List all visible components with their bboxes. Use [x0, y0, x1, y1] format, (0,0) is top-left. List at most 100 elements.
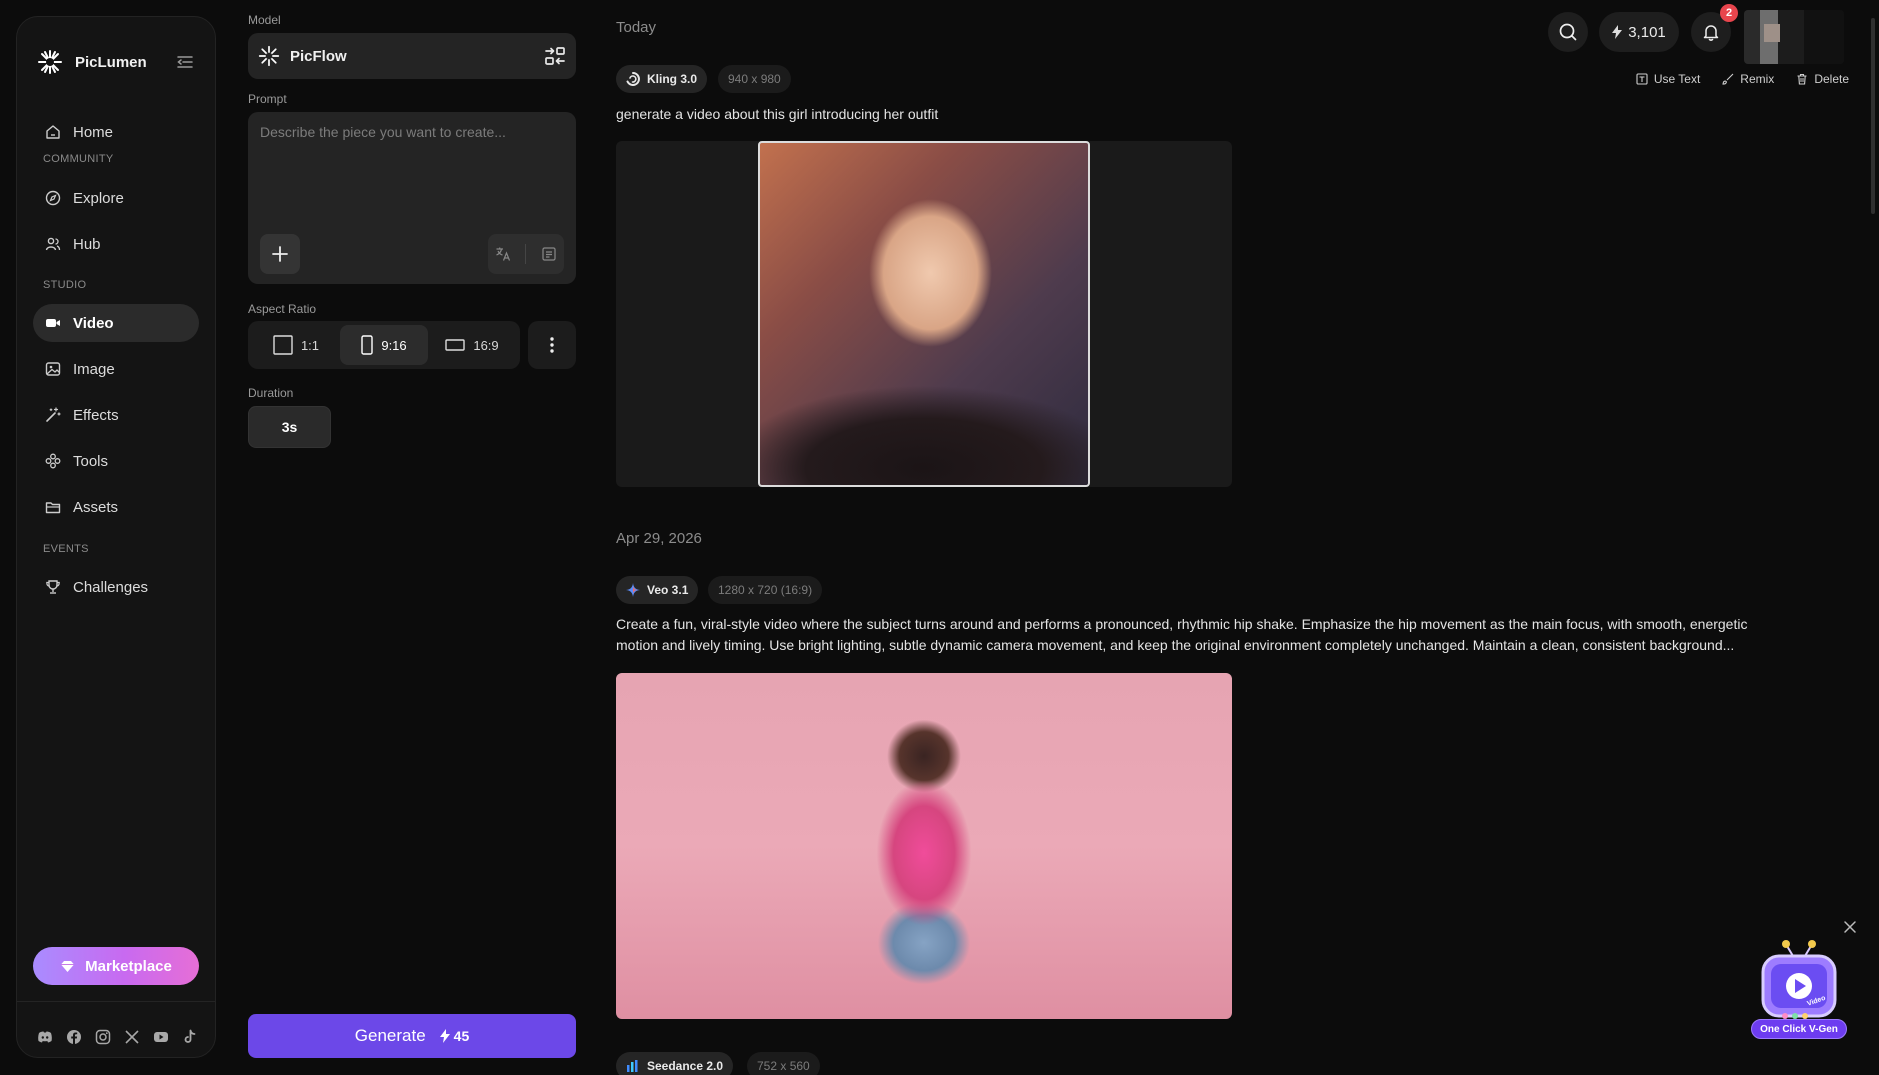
prompt-input[interactable]: [260, 124, 560, 224]
tools-separator: [525, 244, 527, 264]
nav-effects[interactable]: Effects: [33, 396, 199, 434]
generation-prompt-2-line-2: motion and lively timing. Use bright lig…: [616, 637, 1735, 653]
lightning-icon: [439, 1029, 450, 1043]
more-aspect-options-button[interactable]: [528, 321, 576, 369]
piclumen-logo-icon: [38, 50, 62, 74]
brand[interactable]: PicLumen: [37, 49, 147, 75]
nav-tools-label: Tools: [73, 452, 109, 470]
generation-media-2[interactable]: [616, 673, 1232, 1019]
nav-video[interactable]: Video: [33, 304, 199, 342]
youtube-icon[interactable]: [153, 1029, 169, 1045]
tiktok-icon[interactable]: [182, 1029, 198, 1045]
search-icon: [1559, 23, 1577, 41]
size-chip-2: 1280 x 720 (16:9): [708, 576, 823, 604]
translate-icon[interactable]: [495, 246, 511, 262]
nav-tools[interactable]: Tools: [33, 442, 199, 480]
nav-image[interactable]: Image: [33, 350, 199, 388]
studio-section-label: STUDIO: [43, 279, 87, 291]
nav-home[interactable]: Home: [33, 113, 199, 151]
x-twitter-icon[interactable]: [124, 1029, 140, 1045]
model-name: PicFlow: [290, 47, 347, 65]
search-button[interactable]: [1548, 12, 1588, 52]
portrait-photo-girl[interactable]: [758, 141, 1090, 487]
aspect-ratio-group: 1:1 9:16 16:9: [248, 321, 520, 369]
generation-prompt-1[interactable]: generate a video about this girl introdu…: [616, 104, 938, 125]
switch-model-icon[interactable]: [544, 46, 566, 66]
nav-home-label: Home: [73, 123, 114, 141]
one-click-vgen-button[interactable]: One Click V-Gen: [1751, 1019, 1847, 1039]
compass-icon: [45, 190, 61, 206]
aspect-ratio-label: Aspect Ratio: [248, 302, 317, 316]
nav-hub[interactable]: Hub: [33, 225, 199, 263]
duration-3s-button[interactable]: 3s: [248, 406, 331, 448]
landscape-ratio-icon: [445, 339, 466, 351]
nav-challenges-label: Challenges: [73, 578, 149, 596]
sidebar: PicLumen Home COMMUNITY Explore Hub STUD…: [16, 16, 216, 1058]
nav-effects-label: Effects: [73, 406, 119, 424]
date-heading-today: Today: [616, 19, 657, 36]
nav-image-label: Image: [73, 360, 115, 378]
model-chip-veo[interactable]: Veo 3.1: [616, 576, 699, 604]
nav-explore-label: Explore: [73, 189, 124, 207]
plus-icon: [272, 246, 288, 262]
aspect-1-1-button[interactable]: 1:1: [252, 325, 340, 365]
size-chip-1: 940 x 980: [718, 65, 791, 93]
portrait-ratio-icon: [361, 335, 374, 355]
remix-button[interactable]: Remix: [1722, 72, 1774, 86]
folder-icon: [45, 502, 61, 514]
generate-cost-value: 45: [453, 1028, 470, 1044]
nav-video-label: Video: [73, 314, 114, 332]
model-chip-kling[interactable]: Kling 3.0: [616, 65, 708, 93]
discord-icon[interactable]: [37, 1029, 53, 1045]
use-text-label: Use Text: [1653, 72, 1701, 86]
generation-actions: Use Text Remix Delete: [1636, 72, 1849, 86]
user-avatar[interactable]: [1744, 10, 1844, 64]
image-icon: [45, 362, 61, 376]
delete-button[interactable]: Delete: [1796, 72, 1849, 86]
marketplace-label: Marketplace: [85, 957, 172, 975]
model-chip-kling-label: Kling 3.0: [647, 72, 698, 86]
generate-button[interactable]: Generate 45: [248, 1014, 576, 1058]
nav-assets[interactable]: Assets: [33, 488, 199, 526]
generation-media-1[interactable]: [616, 141, 1232, 487]
aspect-9-16-button[interactable]: 9:16: [340, 325, 428, 365]
add-reference-button[interactable]: [260, 234, 300, 274]
prompt-template-icon[interactable]: [541, 246, 557, 262]
credits-balance[interactable]: 3,101: [1599, 12, 1679, 52]
generation-prompt-2[interactable]: Create a fun, viral-style video where th…: [616, 614, 1747, 656]
close-promo-icon[interactable]: [1843, 920, 1857, 934]
duration-label: Duration: [248, 386, 294, 400]
delete-label: Delete: [1814, 72, 1849, 86]
text-icon: [1636, 73, 1648, 85]
model-selector[interactable]: PicFlow: [248, 33, 576, 79]
bell-icon: [1703, 25, 1719, 41]
aspect-16-9-button[interactable]: 16:9: [428, 325, 516, 365]
model-chip-seedance-label: Seedance 2.0: [647, 1059, 724, 1073]
pink-backdrop-photo[interactable]: [616, 673, 1232, 1019]
sidebar-divider: [17, 1001, 215, 1002]
model-chip-seedance[interactable]: Seedance 2.0: [616, 1052, 734, 1075]
feed-scrollbar[interactable]: [1871, 18, 1875, 214]
aspect-1-1-label: 1:1: [300, 337, 320, 353]
generate-label: Generate: [354, 1026, 426, 1045]
remix-label: Remix: [1740, 72, 1775, 86]
collapse-sidebar-icon[interactable]: [177, 55, 193, 69]
magic-wand-icon: [46, 407, 61, 422]
instagram-icon[interactable]: [95, 1029, 111, 1045]
diamond-icon: [61, 960, 75, 972]
social-links: [37, 1029, 198, 1045]
model-chip-veo-label: Veo 3.1: [647, 583, 689, 597]
nav-challenges[interactable]: Challenges: [33, 568, 199, 606]
tools-icon: [45, 453, 61, 469]
trash-icon: [1797, 73, 1807, 85]
prompt-label: Prompt: [248, 92, 287, 106]
use-text-button[interactable]: Use Text: [1636, 72, 1700, 86]
facebook-icon[interactable]: [66, 1029, 82, 1045]
marketplace-button[interactable]: Marketplace: [33, 947, 199, 985]
seedance-bars-icon: [627, 1060, 638, 1072]
date-heading-apr-29: Apr 29, 2026: [616, 530, 702, 547]
trophy-icon: [46, 580, 60, 594]
kling-logo-icon: [626, 72, 640, 86]
veo-sparkle-icon: [626, 583, 640, 597]
nav-explore[interactable]: Explore: [33, 179, 199, 217]
